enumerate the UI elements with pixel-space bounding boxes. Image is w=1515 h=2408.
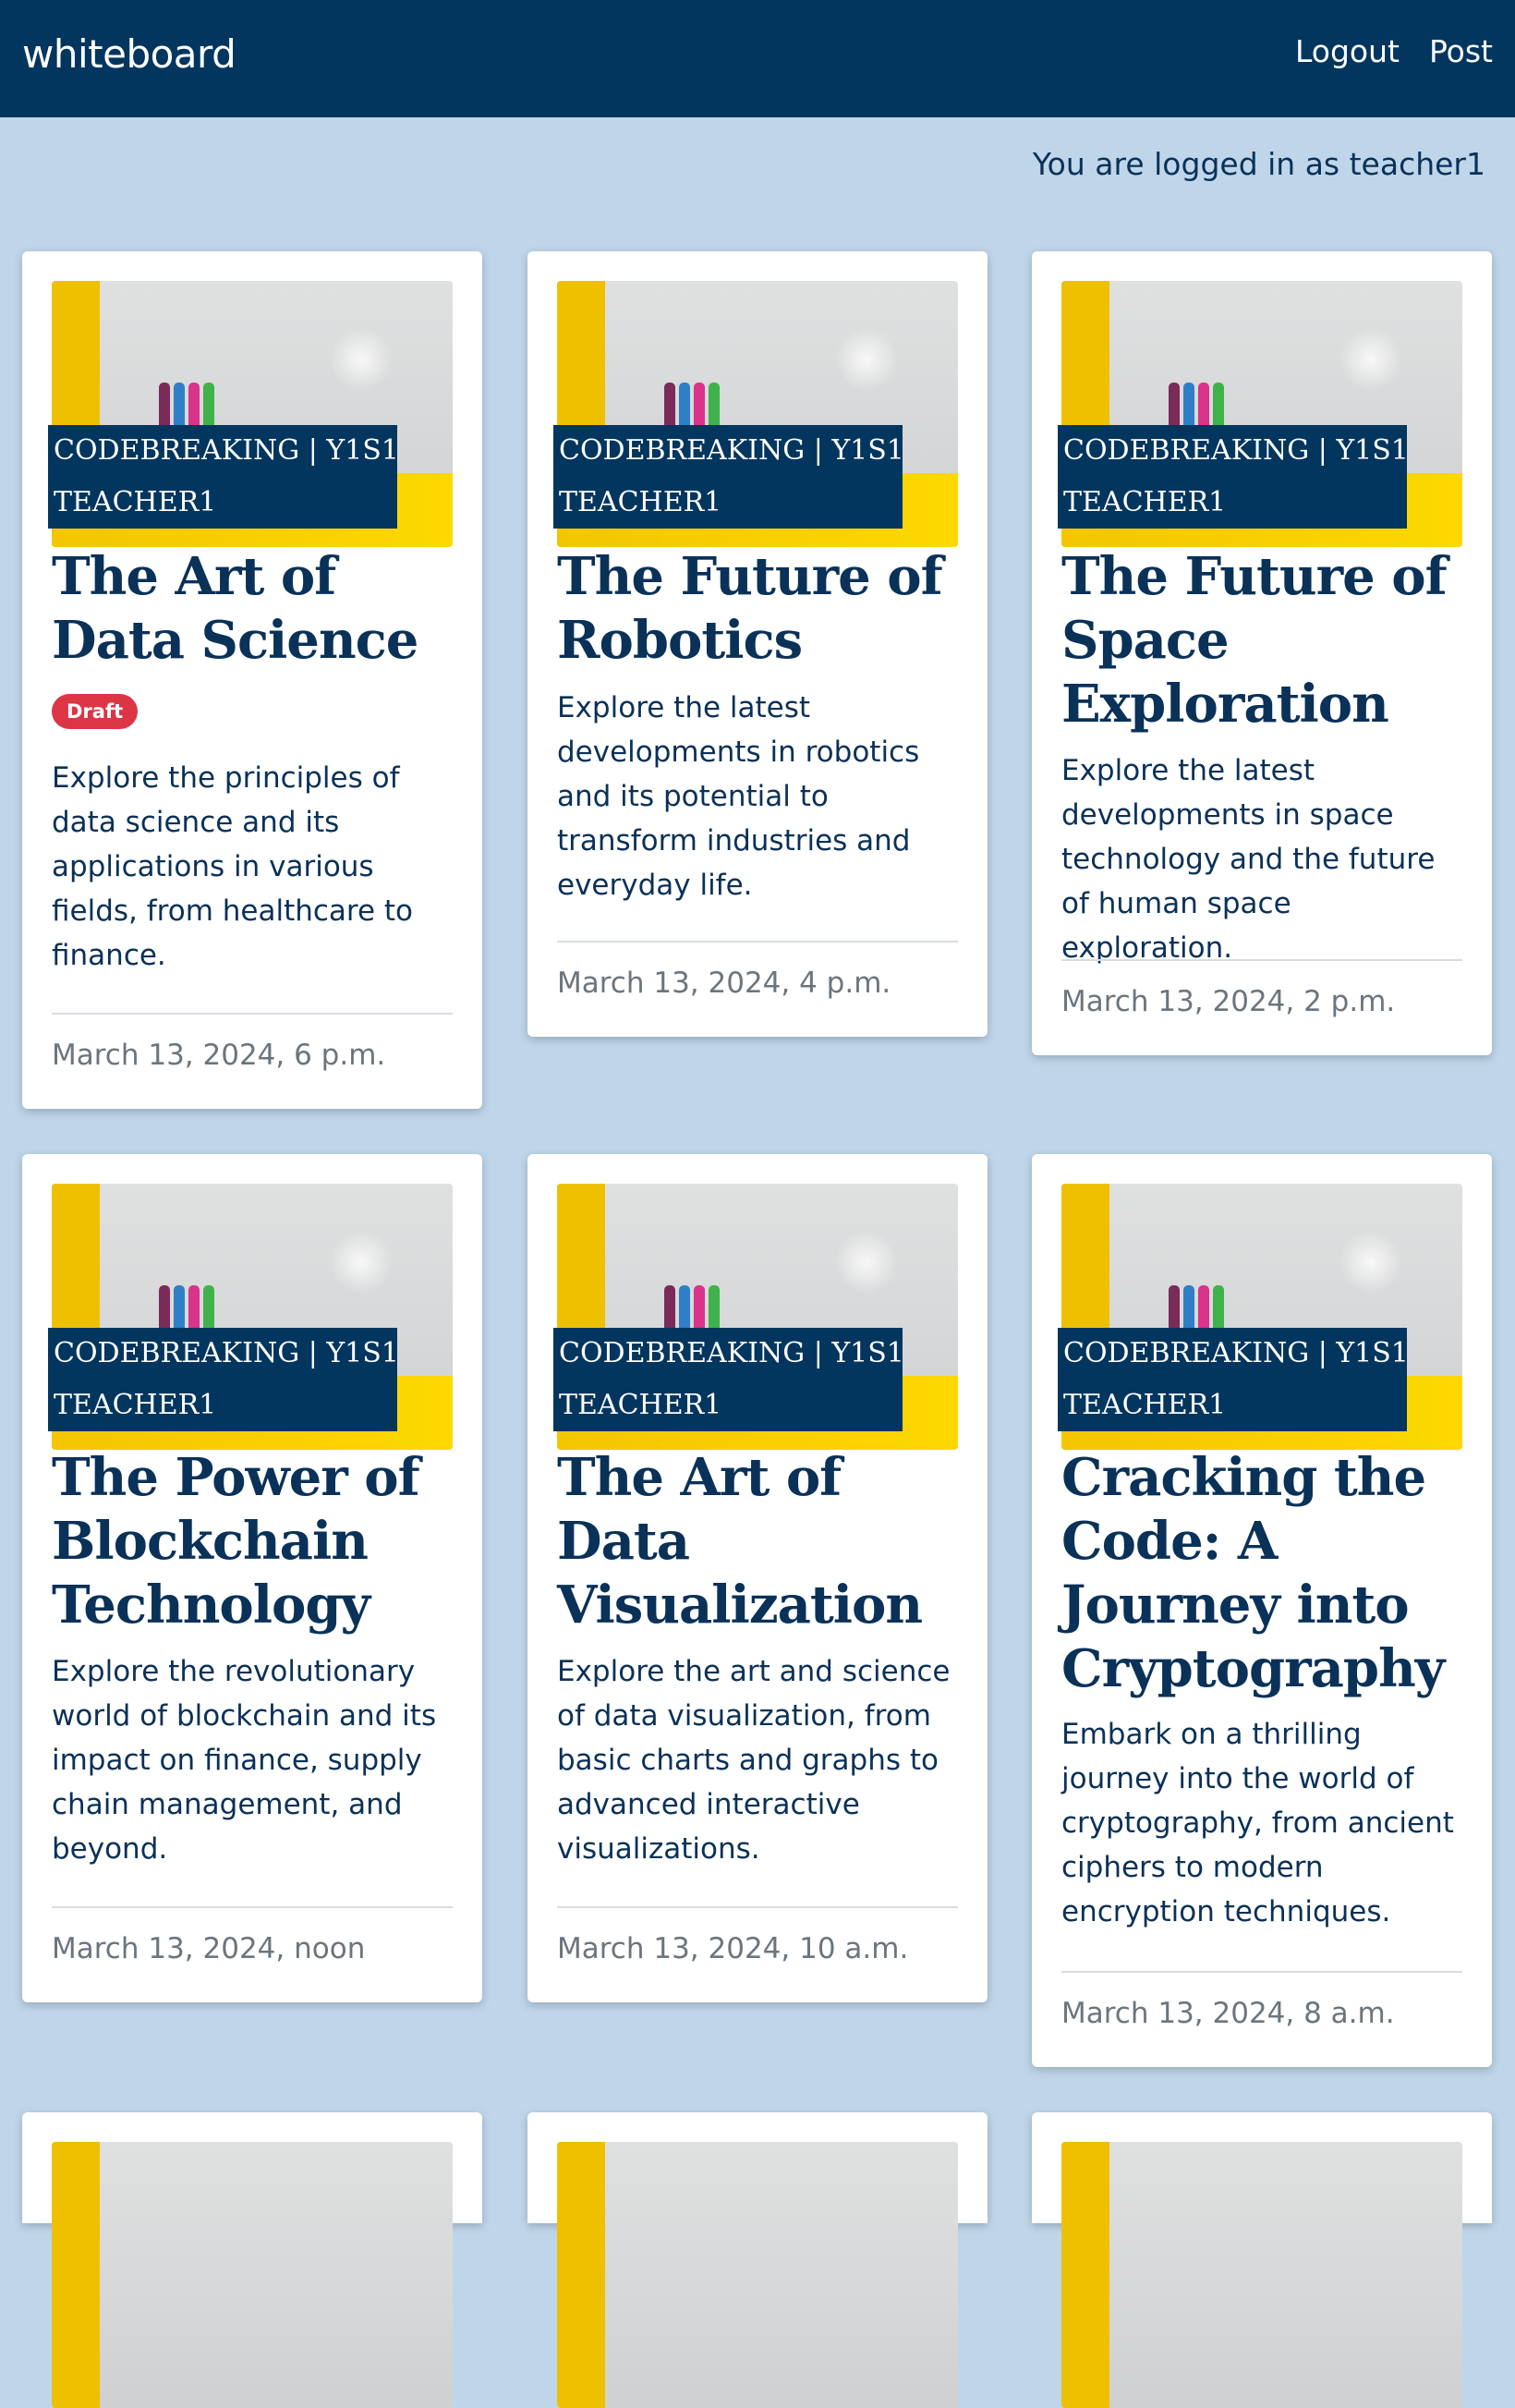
post-card[interactable] (527, 2112, 988, 2408)
post-author: TEACHER1 (1063, 486, 1227, 518)
post-grid: CODEBREAKING | Y1S1 TEACHER1 The Art of … (0, 0, 1515, 2408)
post-card[interactable] (1032, 2112, 1492, 2408)
post-thumbnail (1061, 2142, 1462, 2408)
post-meta-tag: CODEBREAKING | Y1S1 TEACHER1 (48, 1328, 399, 1431)
draft-badge: Draft (52, 694, 139, 729)
post-description: Explore the revolutionary world of block… (52, 1655, 437, 1866)
post-category: CODEBREAKING | Y1S1 (54, 1337, 399, 1369)
post-author: TEACHER1 (559, 486, 722, 518)
post-card[interactable]: CODEBREAKING | Y1S1 TEACHER1 The Art of … (527, 1154, 988, 2002)
post-title[interactable]: The Art of Data Visualization (557, 1446, 964, 1637)
post-thumbnail (557, 2142, 958, 2408)
post-meta-tag: CODEBREAKING | Y1S1 TEACHER1 (48, 425, 399, 529)
post-category: CODEBREAKING | Y1S1 (1063, 1337, 1409, 1369)
post-description: Explore the art and science of data visu… (557, 1655, 951, 1866)
card-divider (557, 941, 958, 943)
post-date: March 13, 2024, 2 p.m. (1061, 985, 1396, 1018)
post-author: TEACHER1 (54, 486, 217, 518)
post-meta-tag: CODEBREAKING | Y1S1 TEACHER1 (1058, 1328, 1409, 1431)
post-date: March 13, 2024, noon (52, 1932, 366, 1965)
post-card[interactable]: CODEBREAKING | Y1S1 TEACHER1 The Art of … (22, 251, 482, 1109)
post-title[interactable]: The Future of Space Exploration (1061, 545, 1468, 736)
post-card[interactable]: CODEBREAKING | Y1S1 TEACHER1 Cracking th… (1032, 1154, 1492, 2067)
post-card[interactable]: CODEBREAKING | Y1S1 TEACHER1 The Future … (1032, 251, 1492, 1055)
post-date: March 13, 2024, 8 a.m. (1061, 1997, 1395, 2030)
post-card[interactable]: CODEBREAKING | Y1S1 TEACHER1 The Power o… (22, 1154, 482, 2002)
card-divider (52, 1906, 453, 1908)
post-card[interactable]: CODEBREAKING | Y1S1 TEACHER1 The Future … (527, 251, 988, 1037)
post-date: March 13, 2024, 10 a.m. (557, 1932, 909, 1965)
card-divider (1061, 1971, 1462, 1973)
post-title[interactable]: Cracking the Code: A Journey into Crypto… (1061, 1446, 1468, 1701)
post-meta-tag: CODEBREAKING | Y1S1 TEACHER1 (1058, 425, 1409, 529)
card-divider (557, 1906, 958, 1908)
post-category: CODEBREAKING | Y1S1 (559, 434, 904, 467)
post-meta-tag: CODEBREAKING | Y1S1 TEACHER1 (553, 425, 904, 529)
post-author: TEACHER1 (559, 1389, 722, 1421)
post-description: Embark on a thrilling journey into the w… (1061, 1718, 1454, 1928)
post-card[interactable] (22, 2112, 482, 2408)
post-date: March 13, 2024, 6 p.m. (52, 1039, 386, 1072)
post-title[interactable]: The Art of Data Science (52, 545, 458, 673)
post-category: CODEBREAKING | Y1S1 (1063, 434, 1409, 467)
post-description: Explore the principles of data science a… (52, 761, 414, 972)
card-divider (1061, 959, 1462, 961)
post-category: CODEBREAKING | Y1S1 (559, 1337, 904, 1369)
post-category: CODEBREAKING | Y1S1 (54, 434, 399, 467)
post-author: TEACHER1 (54, 1389, 217, 1421)
post-title[interactable]: The Future of Robotics (557, 545, 964, 673)
post-date: March 13, 2024, 4 p.m. (557, 967, 891, 1000)
post-thumbnail (52, 2142, 453, 2408)
post-author: TEACHER1 (1063, 1389, 1227, 1421)
post-title[interactable]: The Power of Blockchain Technology (52, 1446, 458, 1637)
post-description: Explore the latest developments in robot… (557, 691, 920, 902)
card-divider (52, 1013, 453, 1015)
post-description: Explore the latest developments in space… (1061, 754, 1436, 965)
post-meta-tag: CODEBREAKING | Y1S1 TEACHER1 (553, 1328, 904, 1431)
